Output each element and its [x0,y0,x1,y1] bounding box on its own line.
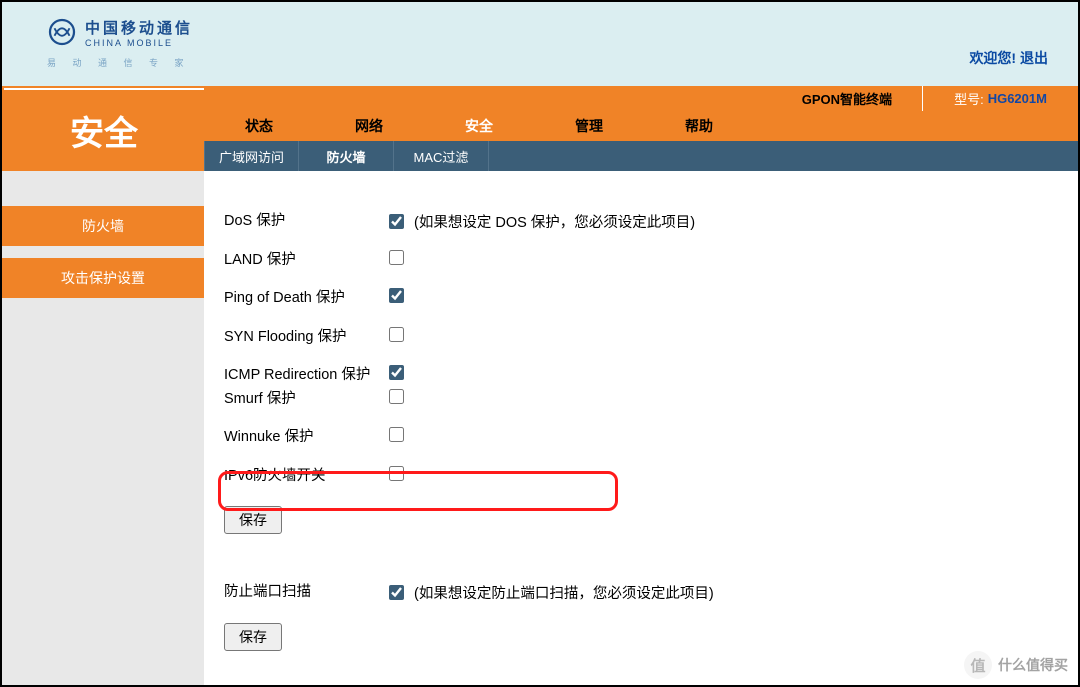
checkbox-winnuke[interactable] [389,427,404,442]
checkbox-dos[interactable] [389,214,404,229]
label-ipv6-firewall: IPv6防火墙开关 [224,466,389,486]
tab-help[interactable]: 帮助 [644,111,754,141]
checkbox-land[interactable] [389,250,404,265]
header: 中国移动通信 CHINA MOBILE 易 动 通 信 专 家 欢迎您! 退出 [2,2,1078,86]
tab-security[interactable]: 安全 [424,111,534,141]
label-land: LAND 保护 [224,250,389,270]
save-button-1[interactable]: 保存 [224,506,282,534]
brand-subtitle: 易 动 通 信 专 家 [47,56,191,69]
subtab-mac-filter[interactable]: MAC过滤 [394,141,489,171]
label-syn: SYN Flooding 保护 [224,327,389,347]
tab-manage[interactable]: 管理 [534,111,644,141]
model-info: 型号: HG6201M [922,86,1078,111]
row-icmp: ICMP Redirection 保护 [224,365,1058,385]
label-dos: DoS 保护 [224,211,389,231]
label-icmp: ICMP Redirection 保护 [224,365,389,385]
content-area[interactable]: DoS 保护 (如果想设定 DOS 保护，您必须设定此项目) LAND 保护 P… [204,171,1078,685]
subtab-firewall[interactable]: 防火墙 [299,141,394,171]
watermark-text: 什么值得买 [998,655,1068,675]
label-pod: Ping of Death 保护 [224,288,389,308]
row-portscan: 防止端口扫描 (如果想设定防止端口扫描，您必须设定此项目) [224,582,1058,603]
watermark-icon: 值 [964,651,992,679]
main-nav: 状态 网络 安全 管理 帮助 [204,111,1078,141]
brand-en: CHINA MOBILE [85,38,193,48]
sub-nav: 广域网访问 防火墙 MAC过滤 [204,141,1078,171]
logout-link[interactable]: 退出 [1020,50,1048,66]
note-portscan: (如果想设定防止端口扫描，您必须设定此项目) [414,582,714,603]
sidebar-item-attack-protection[interactable]: 攻击保护设置 [2,258,204,298]
checkbox-syn[interactable] [389,327,404,342]
welcome-text: 欢迎您! [969,50,1016,66]
header-right: 欢迎您! 退出 [969,48,1048,68]
row-smurf: Smurf 保护 [224,389,1058,409]
tab-network[interactable]: 网络 [314,111,424,141]
row-syn: SYN Flooding 保护 [224,327,1058,347]
sidebar: 防火墙 攻击保护设置 [2,171,204,685]
row-pod: Ping of Death 保护 [224,288,1058,308]
label-smurf: Smurf 保护 [224,389,389,409]
model-label: 型号: [954,89,984,108]
checkbox-ipv6-firewall[interactable] [389,466,404,481]
checkbox-smurf[interactable] [389,389,404,404]
label-winnuke: Winnuke 保护 [224,427,389,447]
china-mobile-logo-icon [47,17,77,47]
watermark: 值 什么值得买 [964,651,1068,679]
brand-logo: 中国移动通信 CHINA MOBILE [2,2,193,48]
row-land: LAND 保护 [224,250,1058,270]
label-portscan: 防止端口扫描 [224,582,389,602]
tab-status[interactable]: 状态 [204,111,314,141]
sidebar-item-firewall[interactable]: 防火墙 [2,206,204,246]
checkbox-pod[interactable] [389,288,404,303]
checkbox-icmp[interactable] [389,365,404,380]
subtab-wan-access[interactable]: 广域网访问 [204,141,299,171]
checkbox-portscan[interactable] [389,585,404,600]
brand-cn: 中国移动通信 [85,17,193,38]
page-title: 安全 [4,88,204,171]
note-dos: (如果想设定 DOS 保护，您必须设定此项目) [414,211,695,232]
row-dos: DoS 保护 (如果想设定 DOS 保护，您必须设定此项目) [224,211,1058,232]
model-value: HG6201M [988,91,1047,106]
row-winnuke: Winnuke 保护 [224,427,1058,447]
save-button-2[interactable]: 保存 [224,623,282,651]
device-type: GPON智能终端 [802,89,892,108]
row-ipv6-firewall: IPv6防火墙开关 [224,466,1058,486]
